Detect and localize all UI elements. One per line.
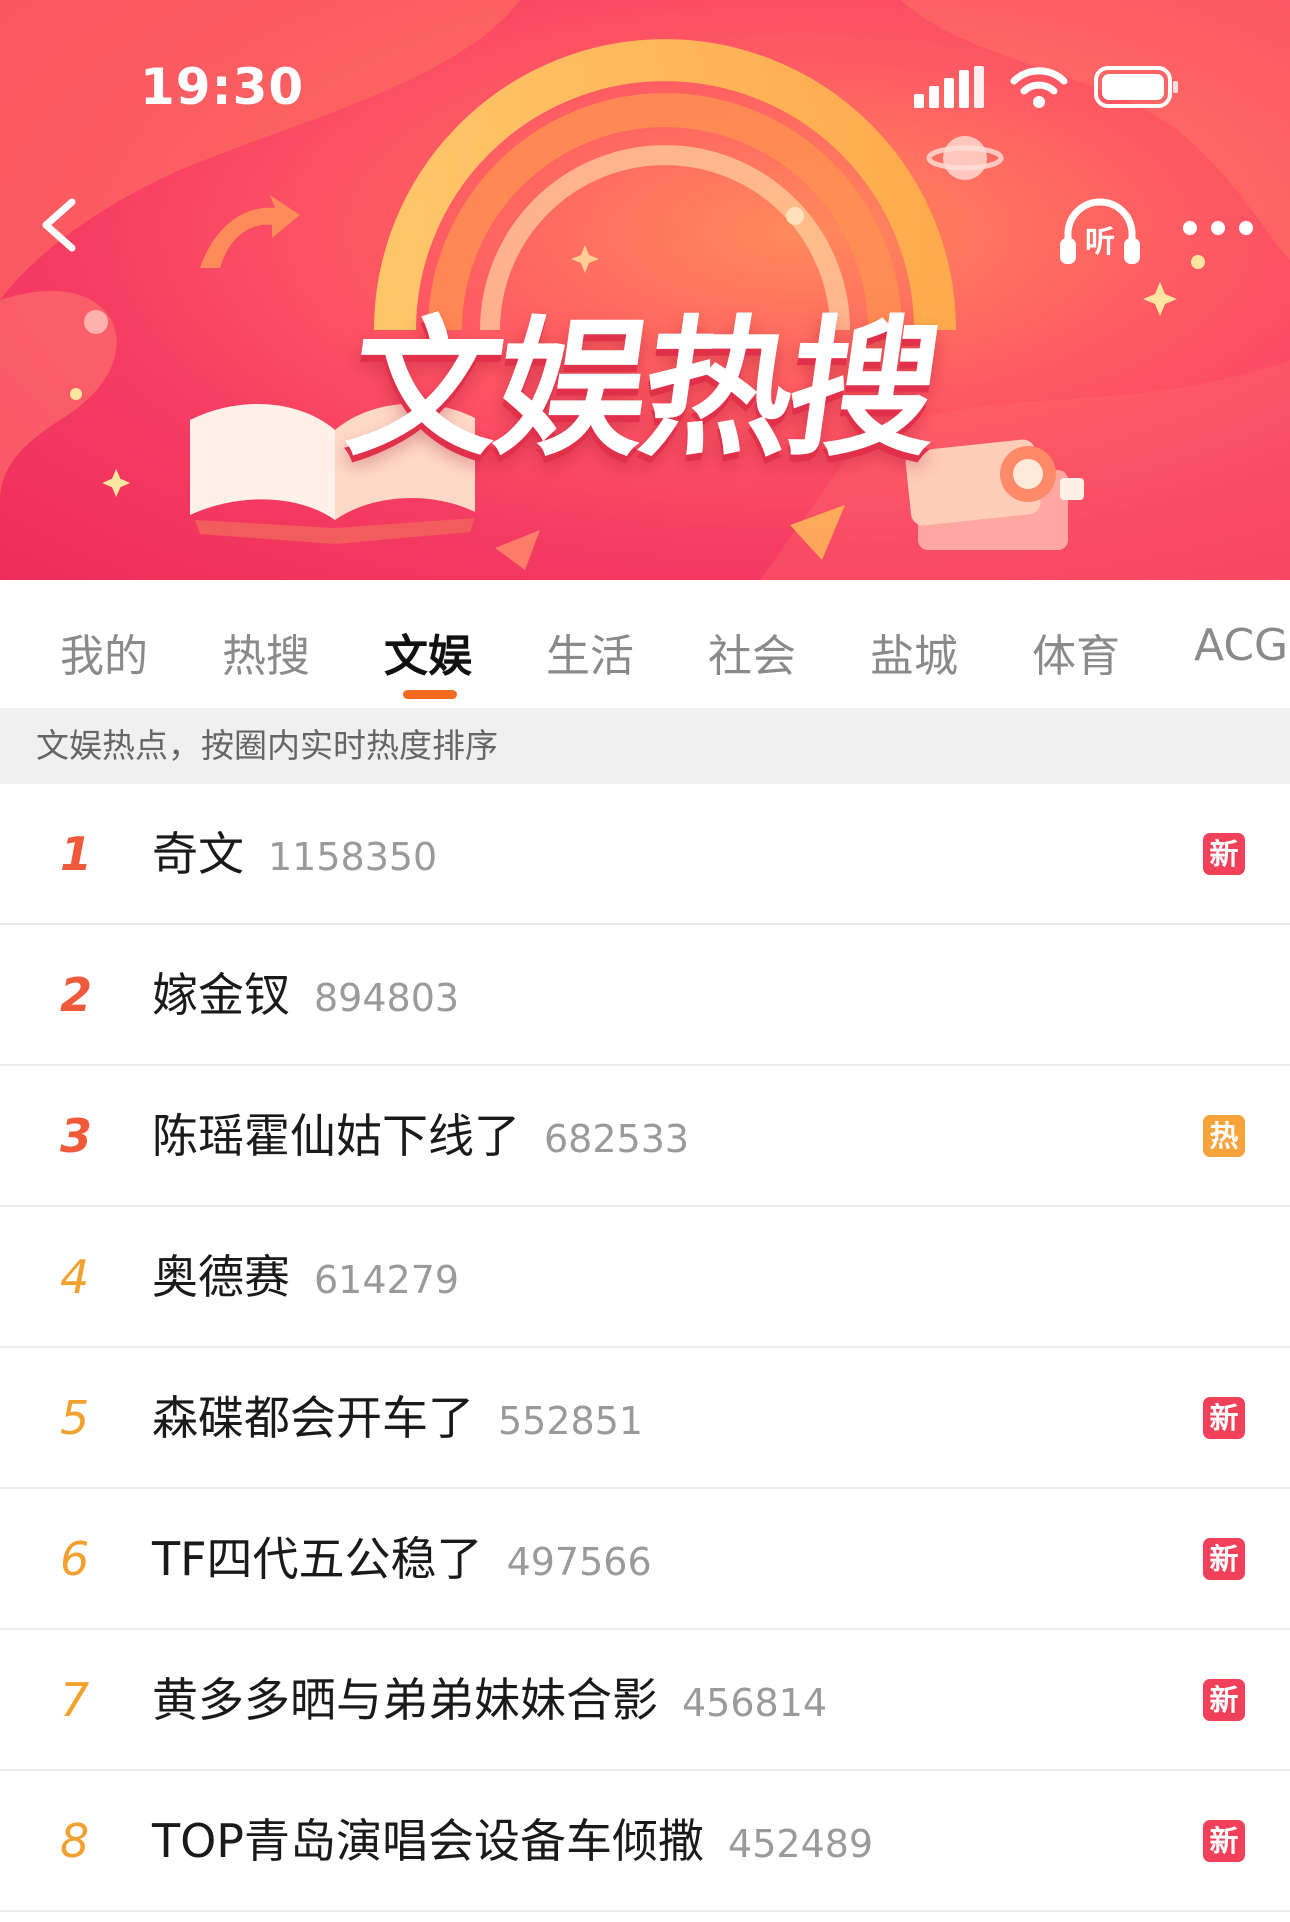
status-icons [914,62,1180,112]
listen-label: 听 [1085,225,1115,260]
list-item[interactable]: 8 TOP青岛演唱会设备车倾撒 452489 新 [0,1771,1290,1912]
tab-entertainment[interactable]: 文娱 [384,620,472,682]
tab-acg[interactable]: ACG [1194,620,1288,680]
signal-icon [914,66,984,108]
rank-number: 6 [60,1532,90,1586]
list-item[interactable]: 6 TF四代五公稳了 497566 新 [0,1489,1290,1630]
tab-bar: 我的 热搜 文娱 生活 社会 盐城 体育 ACG [0,580,1290,708]
heat-count: 1158350 [268,835,438,879]
new-badge: 新 [1203,1538,1245,1580]
rank-number: 5 [60,1391,90,1445]
list-item[interactable]: 1 奇文 1158350 新 [0,784,1290,925]
rank-number: 4 [60,1250,90,1304]
list-item[interactable]: 2 嫁金钗 894803 [0,925,1290,1066]
more-dots-icon[interactable] [1180,208,1256,248]
rank-number: 7 [60,1673,90,1727]
back-arrow-icon[interactable] [28,190,88,260]
rank-number: 1 [60,827,93,881]
new-badge: 新 [1203,1397,1245,1439]
hot-search-list: 1 奇文 1158350 新 2 嫁金钗 894803 3 陈瑶霍仙姑下线了 6825… [0,784,1290,1912]
list-item[interactable]: 5 森碟都会开车了 552851 新 [0,1348,1290,1489]
status-time: 19:30 [140,58,305,116]
rank-number: 8 [60,1814,90,1868]
active-tab-indicator [403,690,457,699]
rank-number: 2 [60,968,93,1022]
heat-count: 456814 [682,1681,828,1725]
new-badge: 新 [1203,833,1245,875]
item-title: 陈瑶霍仙姑下线了 [152,1109,520,1163]
page-title: 文娱热搜 [338,303,948,477]
tab-sports[interactable]: 体育 [1032,620,1120,682]
heat-count: 497566 [506,1540,652,1584]
headphones-icon: 听 [1060,198,1140,264]
new-badge: 新 [1203,1820,1245,1862]
item-title: 奇文 [152,827,244,881]
heat-count: 452489 [728,1822,874,1866]
list-item[interactable]: 3 陈瑶霍仙姑下线了 682533 热 [0,1066,1290,1207]
tab-hot-search[interactable]: 热搜 [222,620,310,682]
heat-count: 894803 [314,976,460,1020]
list-item[interactable]: 4 奥德赛 614279 [0,1207,1290,1348]
rank-number: 3 [60,1109,93,1163]
list-item[interactable]: 7 黄多多晒与弟弟妹妹合影 456814 新 [0,1630,1290,1771]
listen-button[interactable]: 听 [1058,196,1142,266]
item-title: TOP青岛演唱会设备车倾撒 [152,1814,705,1868]
banner: 19:30 听 文娱热搜 [0,0,1290,580]
item-title: 黄多多晒与弟弟妹妹合影 [152,1673,658,1727]
new-badge: 新 [1203,1679,1245,1721]
tab-mine[interactable]: 我的 [60,620,148,682]
tab-society[interactable]: 社会 [708,620,796,682]
heat-count: 682533 [544,1117,690,1161]
tab-life[interactable]: 生活 [546,620,634,682]
heat-count: 552851 [498,1399,644,1443]
item-title: 森碟都会开车了 [152,1391,474,1445]
item-title: TF四代五公稳了 [152,1532,483,1586]
tab-yancheng[interactable]: 盐城 [870,620,958,682]
list-description: 文娱热点，按圈内实时热度排序 [0,708,1290,784]
wifi-icon [1010,67,1068,108]
battery-icon [1094,66,1178,108]
heat-count: 614279 [314,1258,460,1302]
item-title: 奥德赛 [152,1250,290,1304]
hot-badge: 热 [1203,1115,1245,1157]
item-title: 嫁金钗 [152,968,290,1022]
